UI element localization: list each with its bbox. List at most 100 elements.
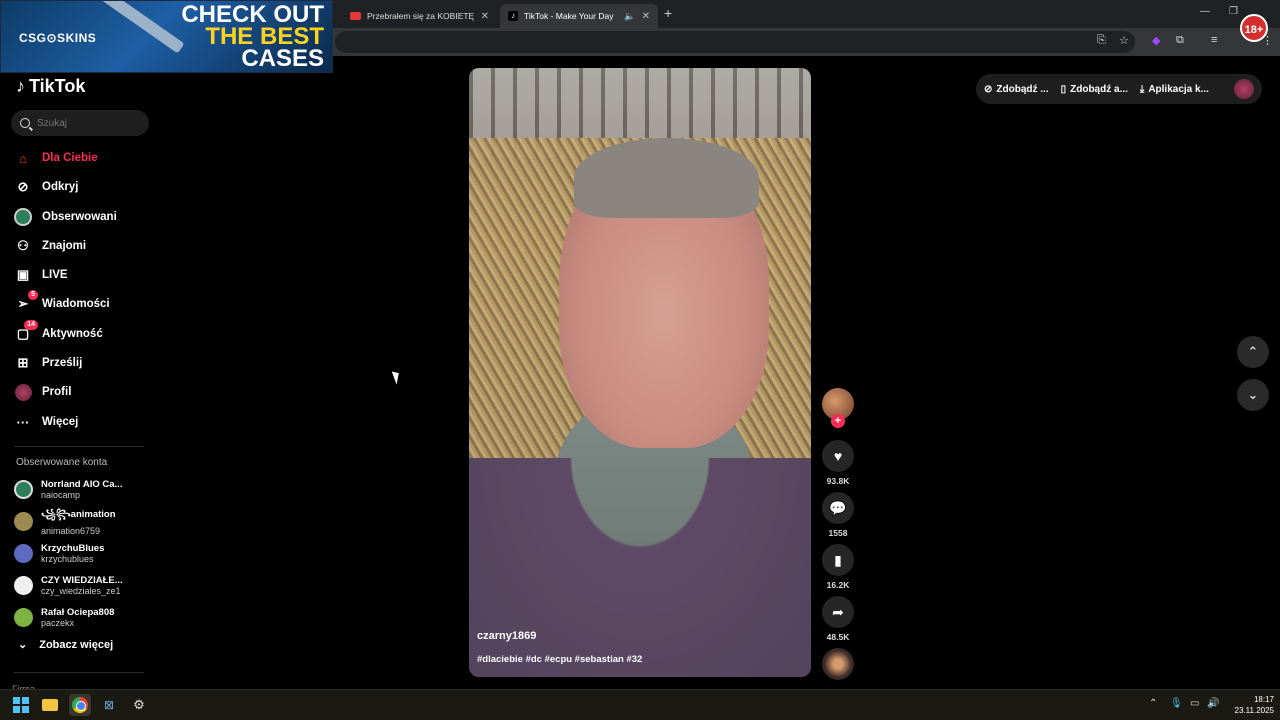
previous-video-button[interactable]: ⌃ [1237,336,1269,368]
system-clock[interactable]: 18:17 23.11.2025 [1222,694,1274,716]
pill-label: Aplikacja k... [1148,83,1209,95]
chrome-button[interactable] [69,694,91,716]
mouse-cursor-icon [391,369,403,385]
messages-badge: 5 [28,290,38,300]
bookmark-star-icon[interactable]: ☆ [1119,34,1129,47]
start-button[interactable] [10,694,32,716]
messages-icon: ➢ 5 [14,290,38,313]
volume-icon[interactable]: 🔊 [1207,698,1219,709]
desktop-app-button[interactable]: ⤓ Aplikacja k... [1140,84,1209,95]
tray-overflow-icon[interactable]: ⌃ [1149,698,1157,709]
nav-label: Profil [42,386,72,398]
tab-youtube[interactable]: Przebrałem się za KOBIETĘ na S ✕ [342,4,497,28]
speaker-icon[interactable]: 🔈 [624,11,635,22]
nav-przeslij[interactable]: ⊞ Prześlij [14,351,154,375]
save-count: 16.2K [826,580,850,590]
account-item[interactable]: Rafał Ociepa808 paczekx [14,602,114,632]
tab-tiktok[interactable]: ♪ TikTok - Make Your Day 🔈 ✕ [500,4,658,28]
account-item[interactable]: Norrland AIO Ca... naiocamp [14,474,122,504]
bookmark-icon: ▮ [834,551,842,568]
nav-wiadomosci[interactable]: ➢ 5 Wiadomości [14,290,154,316]
comment-button[interactable]: 💬 [822,492,854,524]
nav-znajomi[interactable]: ⚇ Znajomi [14,234,154,258]
address-bar[interactable] [335,31,1135,53]
install-app-icon[interactable]: ⎘ [1097,34,1106,47]
upload-icon: ⊞ [17,355,29,370]
nav-profil[interactable]: Profil [14,380,154,404]
account-item[interactable]: ꧁꧂animation animation6759 [14,506,116,536]
close-tab-icon[interactable]: ✕ [642,11,650,22]
app-button[interactable]: ⊠ [98,694,120,716]
account-item[interactable]: KrzychuBlues krzychublues [14,538,104,568]
video-subject-sweater [469,458,811,677]
share-count: 48.5K [826,632,850,642]
live-icon: ▣ [16,267,30,282]
avatar [14,575,33,595]
save-button[interactable]: ▮ [822,544,854,576]
microphone-icon[interactable]: 🎙 [1170,698,1183,709]
like-count: 93.8K [826,476,850,486]
nav-odkryj[interactable]: ⊘ Odkryj [14,175,154,199]
user-avatar[interactable] [1234,79,1254,99]
nav-label: Aktywność [42,328,103,340]
nav-label: Dla Ciebie [42,152,98,164]
account-name: CZY WIEDZIAŁE... [41,574,123,586]
chevron-down-icon: ⌄ [18,639,28,651]
media-control-icon[interactable]: ≡ [1211,34,1217,46]
avatar [14,607,33,627]
extension-icon[interactable]: ◆ [1152,34,1160,47]
tab-title: TikTok - Make Your Day [524,11,614,21]
account-handle: naiocamp [41,489,81,500]
video-player[interactable]: czarny1869 #dlaciebie #dc #ecpu #sebasti… [469,68,811,677]
close-tab-icon[interactable]: ✕ [481,11,489,22]
tiktok-logo[interactable]: ♪ TikTok [16,76,85,97]
compass-icon: ⊘ [17,179,29,194]
nav-label: LIVE [42,269,68,281]
tiktok-favicon-icon: ♪ [508,11,518,21]
nav-live[interactable]: ▣ LIVE [14,263,154,287]
get-app-button[interactable]: ▯ Zdobądź a... [1061,84,1128,95]
ad-banner[interactable]: CSG⊙SKINS CHECK OUT THE BEST CASES [0,0,333,73]
next-video-button[interactable]: ⌄ [1237,379,1269,411]
activity-badge: 14 [24,320,38,330]
search-input[interactable] [37,117,137,129]
account-name: KrzychuBlues [41,542,105,554]
nav-aktywnosc[interactable]: ▢ 14 Aktywność [14,320,154,346]
download-icon: ⤓ [1139,83,1145,95]
windows-logo-icon [13,697,29,713]
avatar [14,543,33,563]
restore-icon[interactable]: ❐ [1229,6,1238,17]
file-explorer-button[interactable] [39,694,61,716]
nav-dla-ciebie[interactable]: ⌂ Dla Ciebie [14,146,154,170]
nav-label: Więcej [42,416,79,428]
music-disc-icon[interactable] [822,648,854,680]
nav-label: Wiadomości [42,298,110,310]
tiktok-note-icon: ♪ [16,76,25,96]
account-name: ꧁꧂animation [41,509,116,520]
search-box[interactable] [11,110,149,136]
clock-time: 18:17 [1253,695,1274,704]
follow-plus-icon[interactable]: + [831,414,845,428]
video-author[interactable]: czarny1869 [477,630,536,642]
pill-label: Zdobądź ... [996,83,1049,95]
network-icon[interactable]: ▭ [1190,698,1199,709]
nav-wiecej[interactable]: ··· Więcej [14,410,154,434]
see-more-button[interactable]: ⌄ Zobacz więcej [18,638,113,652]
share-arrow-icon: ➦ [832,603,844,620]
nav-label: Znajomi [42,240,87,252]
comment-icon: 💬 [829,499,847,516]
app-button[interactable]: ⚙ [128,694,150,716]
account-handle: czy_wiedziales_ze1 [41,585,121,596]
nav-obserwowani[interactable]: Obserwowani [14,205,154,229]
minimize-icon[interactable]: — [1200,6,1210,17]
like-button[interactable]: ♥ [822,440,854,472]
account-item[interactable]: CZY WIEDZIAŁE... czy_wiedziales_ze1 [14,570,123,600]
settings-gear-icon: ⚙ [133,697,145,712]
new-tab-button[interactable]: + [664,5,672,21]
top-actions-pill: ⊘ Zdobądź ... ▯ Zdobądź a... ⤓ Aplikacja k.… [976,74,1262,104]
share-button[interactable]: ➦ [822,596,854,628]
chevron-down-icon: ⌄ [1247,387,1259,402]
get-coins-button[interactable]: ⊘ Zdobądź ... [984,84,1049,95]
extensions-puzzle-icon[interactable]: ⧉ [1176,34,1184,47]
video-hashtags[interactable]: #dlaciebie #dc #ecpu #sebastian #32 [477,654,642,665]
